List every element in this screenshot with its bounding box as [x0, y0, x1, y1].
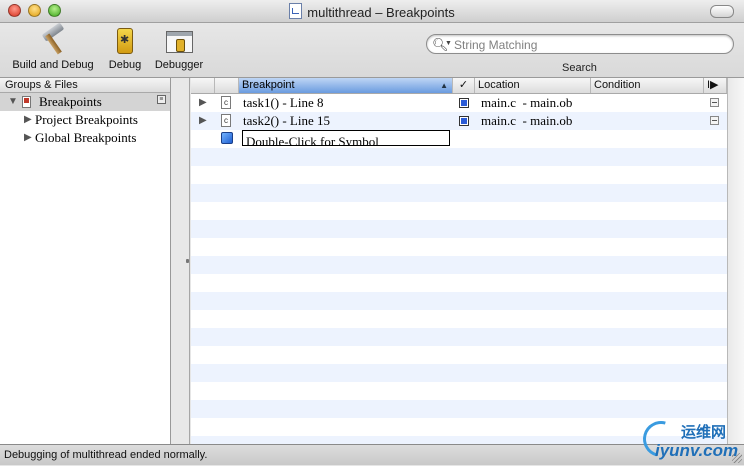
table-row[interactable]: ▶ c task2() - Line 15 main.c - main.ob [191, 112, 727, 130]
list-options-icon[interactable]: ≡ [157, 95, 166, 104]
disclosure-closed-icon[interactable]: ▶ [199, 112, 207, 130]
watermark-logo: 运维网 iyunv.com [636, 414, 744, 465]
c-file-icon: c [221, 96, 231, 109]
column-enabled-label: ✓ [458, 79, 469, 91]
column-icon[interactable] [215, 78, 239, 93]
column-location[interactable]: Location [475, 78, 591, 93]
breakpoints-icon [22, 96, 31, 108]
sidebar-item-label: Global Breakpoints [35, 130, 137, 145]
column-enabled[interactable]: ✓ [453, 78, 475, 93]
window-title-wrap: multithread – Breakpoints [0, 3, 744, 20]
sidebar-item-label: Project Breakpoints [35, 112, 138, 127]
breakpoint-name: task2() - Line 15 [243, 113, 331, 128]
debugger-button[interactable]: Debugger [151, 25, 207, 71]
build-and-debug-label: Build and Debug [12, 59, 94, 71]
table-header: Breakpoint ▲ ✓ Location Condition I▶ [191, 78, 727, 94]
disclosure-closed-icon[interactable]: ▶ [24, 111, 32, 129]
enabled-checkbox[interactable] [459, 98, 469, 108]
groups-and-files-panel: Groups & Files ▼ Breakpoints ≡ ▶ Project… [0, 78, 171, 444]
row-options-icon[interactable] [710, 116, 719, 125]
search-label: Search [562, 62, 597, 74]
enabled-checkbox[interactable] [459, 116, 469, 126]
debugger-window-icon [162, 25, 196, 57]
debug-button[interactable]: Debug [104, 25, 146, 71]
window-title: multithread – Breakpoints [307, 5, 455, 20]
toolbar-toggle-button[interactable] [710, 5, 734, 18]
column-location-label: Location [478, 79, 520, 91]
vertical-scrollbar[interactable] [727, 78, 744, 444]
bug-icon [108, 25, 142, 57]
sidebar-item-project-breakpoints[interactable]: ▶ Project Breakpoints [0, 111, 170, 129]
toolbar: Build and Debug Debug Debugger 🔍︎ ▼ [0, 23, 744, 78]
column-more-label: I▶ [707, 79, 719, 91]
document-icon [289, 3, 303, 19]
table-row[interactable]: ▶ c task1() - Line 8 main.c - main.ob [191, 94, 727, 112]
breakpoint-name: task1() - Line 8 [243, 95, 324, 110]
c-file-icon: c [221, 114, 231, 127]
search-input[interactable] [452, 36, 726, 54]
column-breakpoint[interactable]: Breakpoint ▲ [239, 78, 453, 93]
column-condition[interactable]: Condition [591, 78, 704, 93]
status-bar: Debugging of multithread ended normally. [0, 444, 744, 465]
column-disclosure[interactable] [191, 78, 215, 93]
row-options-icon[interactable] [710, 98, 719, 107]
disclosure-open-icon[interactable]: ▼ [8, 93, 18, 111]
watermark-cn-text: 运维网 [681, 424, 727, 441]
split-grip-icon[interactable] [186, 259, 189, 263]
location-text: main.c - main.ob [481, 113, 573, 128]
disclosure-closed-icon[interactable]: ▶ [199, 94, 207, 112]
location-text: main.c - main.ob [481, 95, 573, 110]
breakpoints-table: Breakpoint ▲ ✓ Location Condition I▶ ▶ c… [191, 78, 727, 444]
sidebar-item-label: Breakpoints [39, 94, 102, 109]
sort-ascending-icon: ▲ [440, 81, 448, 90]
symbol-field-text: Double-Click for Symbol [246, 134, 379, 146]
sidebar-item-global-breakpoints[interactable]: ▶ Global Breakpoints [0, 129, 170, 147]
groups-and-files-header: Groups & Files [0, 78, 170, 93]
disclosure-closed-icon[interactable]: ▶ [24, 129, 32, 147]
new-breakpoint-row[interactable]: Double-Click for Symbol [191, 130, 727, 148]
debugger-label: Debugger [154, 59, 204, 71]
cube-icon [221, 132, 233, 144]
build-and-debug-button[interactable]: Build and Debug [6, 25, 100, 71]
search-field[interactable]: 🔍︎ ▼ [426, 34, 734, 54]
status-text: Debugging of multithread ended normally. [4, 449, 208, 461]
title-bar: multithread – Breakpoints [0, 0, 744, 23]
watermark-domain-text: iyunv.com [655, 441, 739, 460]
search-menu-icon[interactable]: ▼ [445, 40, 452, 47]
column-breakpoint-label: Breakpoint [242, 79, 295, 91]
hammer-icon [36, 25, 70, 57]
debug-label: Debug [108, 59, 142, 71]
symbol-name-field[interactable]: Double-Click for Symbol [242, 130, 450, 146]
sidebar-item-breakpoints[interactable]: ▼ Breakpoints ≡ [0, 93, 170, 111]
column-more[interactable]: I▶ [704, 78, 727, 93]
column-condition-label: Condition [594, 79, 641, 91]
